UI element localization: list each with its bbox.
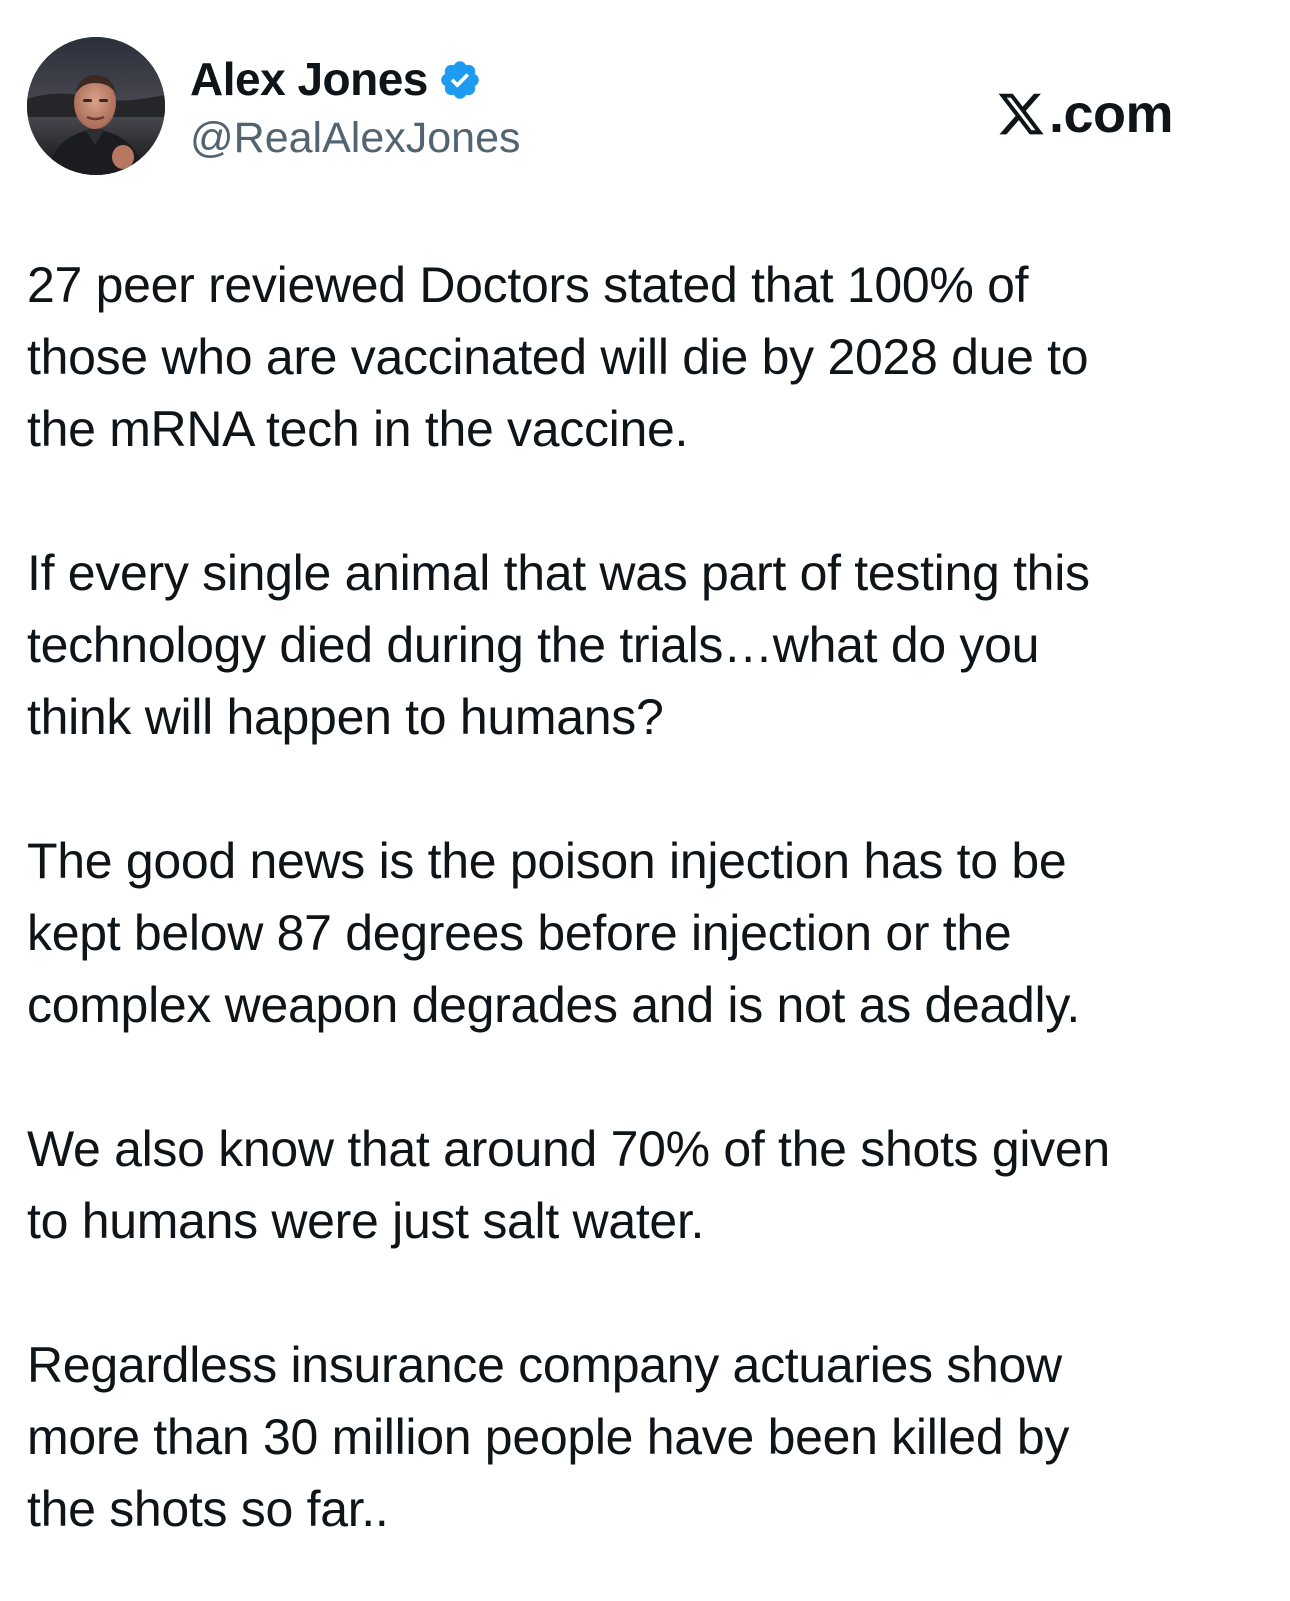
post-paragraph: 27 peer reviewed Doctors stated that 100… (27, 257, 1089, 457)
author-avatar[interactable] (27, 37, 165, 175)
avatar-photo (27, 37, 165, 175)
author-handle[interactable]: @RealAlexJones (190, 109, 520, 167)
verified-badge-icon[interactable] (438, 58, 482, 102)
author-identity: Alex Jones @RealAlexJones (190, 51, 520, 167)
brand-watermark: .com (995, 81, 1174, 147)
post-paragraph: We also know that around 70% of the shot… (27, 1121, 1110, 1249)
post-card: Alex Jones @RealAlexJones .com 27 peer r… (0, 0, 1290, 1601)
author-display-name[interactable]: Alex Jones (190, 51, 428, 107)
post-header: Alex Jones @RealAlexJones .com (27, 37, 1263, 177)
post-paragraph: If every single animal that was part of … (27, 545, 1090, 745)
post-paragraph: Regardless insurance company actuaries s… (27, 1337, 1070, 1537)
post-body: 27 peer reviewed Doctors stated that 100… (27, 249, 1247, 1545)
post-paragraph: The good news is the poison injection ha… (27, 833, 1080, 1033)
name-row: Alex Jones (190, 51, 520, 107)
brand-domain-text: .com (1048, 84, 1174, 144)
x-logo-icon (995, 89, 1047, 139)
